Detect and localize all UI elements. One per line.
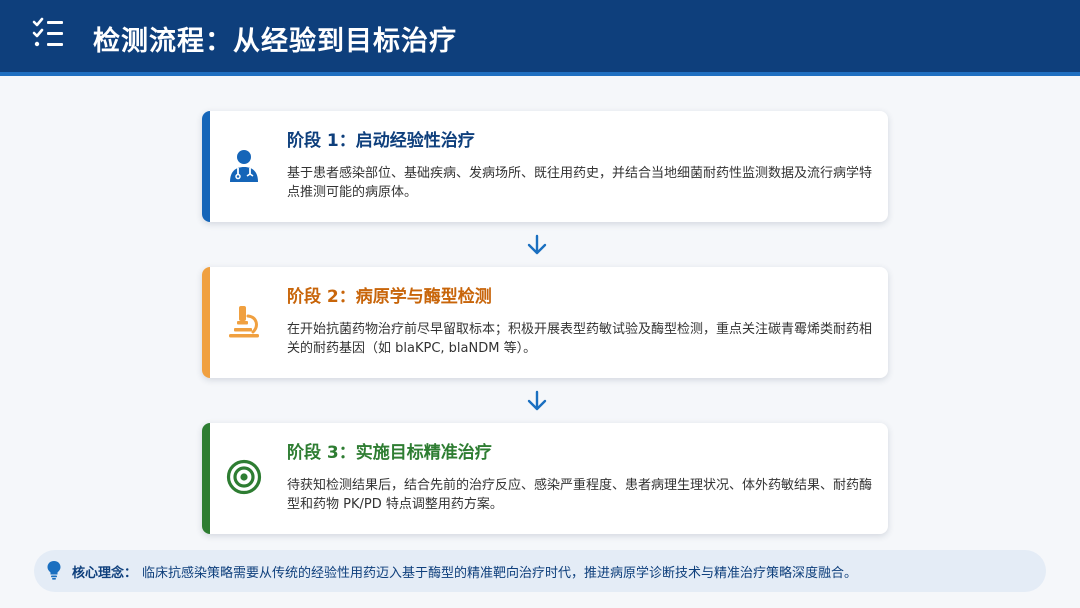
lightbulb-icon [47,561,61,580]
header-bar: 检测流程：从经验到目标治疗 [0,0,1080,76]
stage-1-body: 基于患者感染部位、基础疾病、发病场所、既往用药史，并结合当地细菌耐药性监测数据及… [287,166,873,200]
core-idea-text: 临床抗感染策略需要从传统的经验性用药迈入基于酶型的精准靶向治疗时代，推进病原学诊… [142,566,858,581]
target-icon [226,459,262,495]
microscope-icon [229,306,259,338]
doctor-icon [230,150,258,182]
stage-2-card: 阶段 2：病原学与酶型检测 在开始抗菌药物治疗前尽早留取标本；积极开展表型药敏试… [202,267,888,378]
stage-3-body: 待获知检测结果后，结合先前的治疗反应、感染严重程度、患者病理生理状况、体外药敏结… [287,478,873,512]
checklist-icon [32,17,63,47]
stage-2-title: 阶段 2：病原学与酶型检测 [287,287,492,307]
stage-1-title: 阶段 1：启动经验性治疗 [287,131,475,151]
stage-2-accent-bar [202,267,210,378]
page-title: 检测流程：从经验到目标治疗 [93,26,457,57]
core-idea-label: 核心理念： [72,566,138,581]
stage-3-accent-bar [202,423,210,534]
stage-1-card: 阶段 1：启动经验性治疗 基于患者感染部位、基础疾病、发病场所、既往用药史，并结… [202,111,888,222]
stage-3-card: 阶段 3：实施目标精准治疗 待获知检测结果后，结合先前的治疗反应、感染严重程度、… [202,423,888,534]
stage-1-accent-bar [202,111,210,222]
core-idea-banner: 核心理念： 临床抗感染策略需要从传统的经验性用药迈入基于酶型的精准靶向治疗时代，… [34,550,1046,592]
stage-3-title: 阶段 3：实施目标精准治疗 [287,443,492,463]
arrow-down-icon [527,234,547,255]
arrow-down-icon [527,390,547,411]
stage-2-body: 在开始抗菌药物治疗前尽早留取标本；积极开展表型药敏试验及酶型检测，重点关注碳青霉… [287,322,873,356]
